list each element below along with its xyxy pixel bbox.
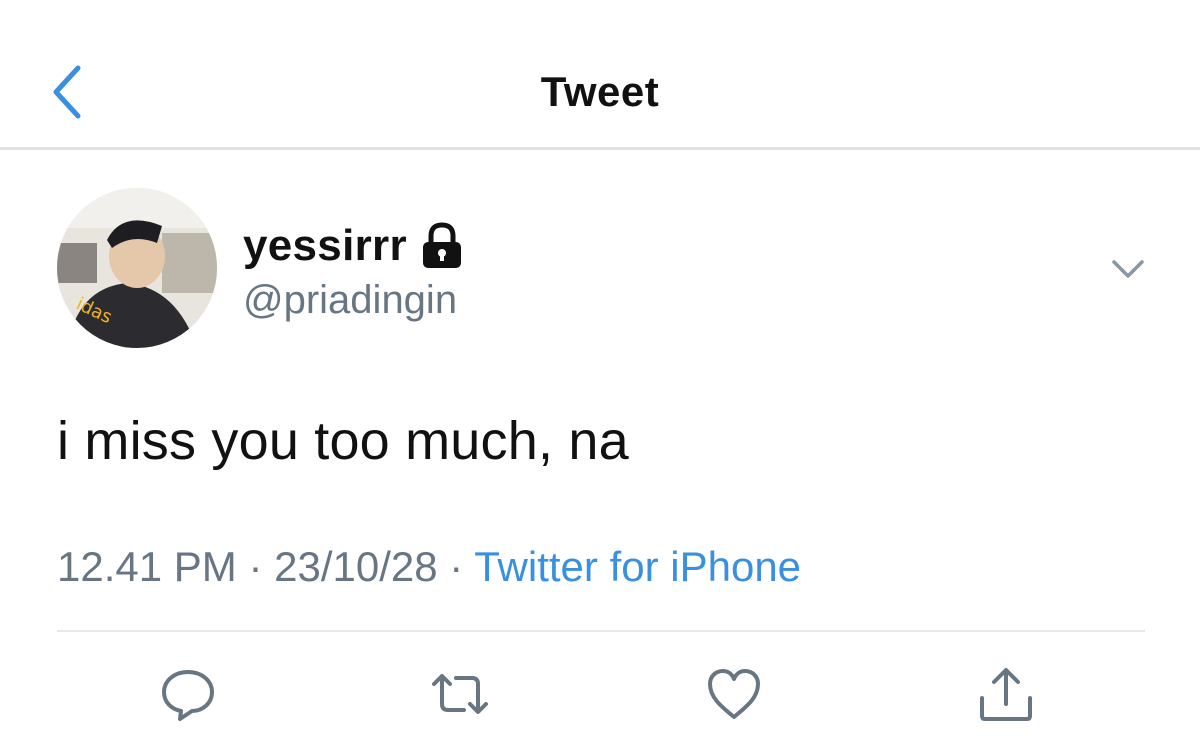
more-options-button[interactable] bbox=[1108, 250, 1148, 290]
page-title: Tweet bbox=[540, 68, 660, 115]
tweet-detail-screen: Tweet idas yessirrr @priadingin i miss y… bbox=[0, 0, 1200, 755]
share-button[interactable] bbox=[974, 662, 1038, 726]
tweet-date: 23/10/28 bbox=[274, 543, 438, 590]
display-name[interactable]: yessirrr bbox=[243, 221, 407, 271]
profile-photo: idas bbox=[57, 188, 217, 348]
tweet-text: i miss you too much, na bbox=[57, 411, 629, 471]
author-name-row: yessirrr bbox=[243, 220, 463, 272]
chevron-down-icon bbox=[1112, 260, 1144, 278]
tweet-source-link[interactable]: Twitter for iPhone bbox=[474, 543, 801, 590]
avatar[interactable]: idas bbox=[57, 188, 217, 348]
divider bbox=[57, 630, 1145, 632]
reply-button[interactable] bbox=[156, 662, 220, 726]
tweet-meta: 12.41 PM · 23/10/28 · Twitter for iPhone bbox=[57, 543, 801, 591]
like-button[interactable] bbox=[702, 662, 766, 726]
tweet-time: 12.41 PM bbox=[57, 543, 237, 590]
retweet-icon bbox=[432, 674, 488, 714]
reply-icon bbox=[162, 670, 214, 721]
meta-separator: · bbox=[248, 543, 263, 590]
lock-icon bbox=[422, 222, 461, 268]
retweet-button[interactable] bbox=[428, 662, 492, 726]
meta-separator: · bbox=[449, 543, 464, 590]
heart-icon bbox=[708, 669, 760, 719]
share-icon bbox=[980, 668, 1032, 721]
nav-header: Tweet bbox=[0, 0, 1200, 150]
user-handle[interactable]: @priadingin bbox=[243, 278, 457, 323]
